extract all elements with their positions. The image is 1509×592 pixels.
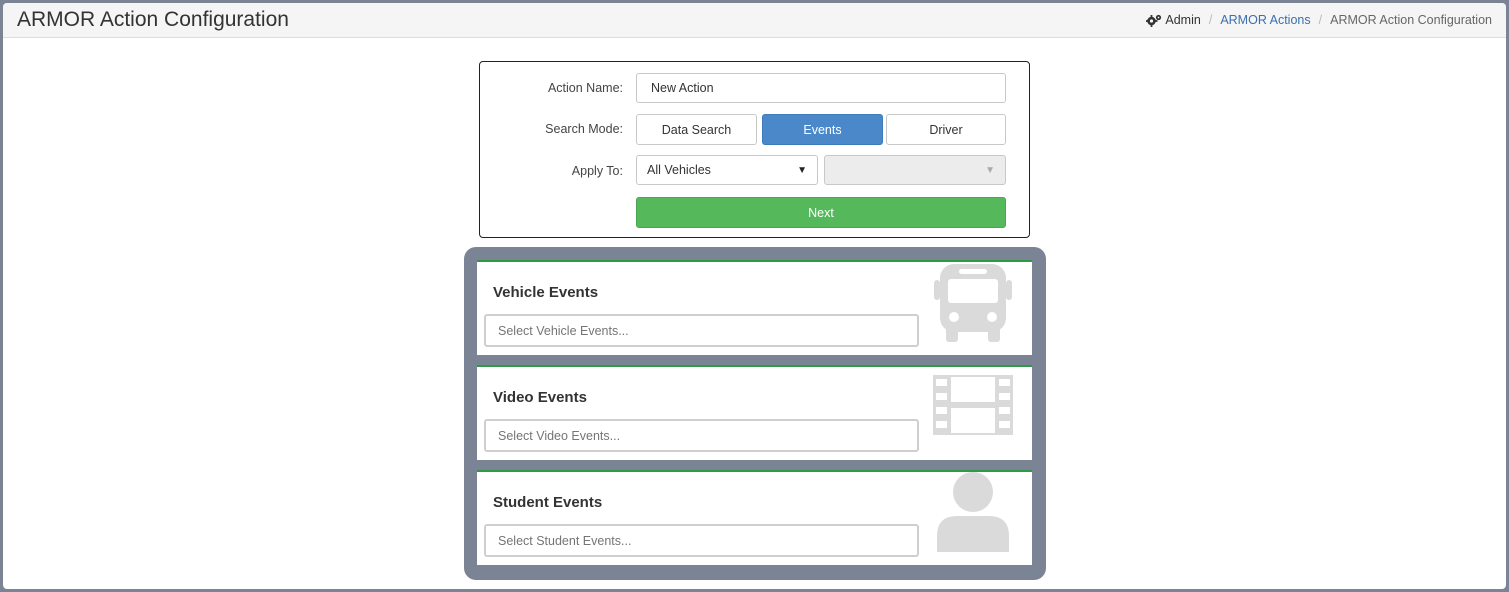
breadcrumb-current: ARMOR Action Configuration [1330, 13, 1492, 27]
search-mode-driver-button[interactable]: Driver [886, 114, 1006, 145]
search-mode-data-search-button[interactable]: Data Search [636, 114, 757, 145]
student-events-card: Student Events [477, 470, 1032, 565]
events-container: Vehicle Events Video Events [464, 247, 1046, 580]
search-mode-events-button[interactable]: Events [762, 114, 883, 145]
apply-to-select-value: All Vehicles [647, 163, 711, 177]
user-icon [937, 472, 1009, 552]
apply-to-select[interactable]: All Vehicles ▼ [636, 155, 818, 185]
video-events-card: Video Events [477, 365, 1032, 460]
gears-icon [1146, 14, 1162, 27]
breadcrumb-armor-actions-link[interactable]: ARMOR Actions [1220, 13, 1310, 27]
breadcrumb-separator: / [1318, 13, 1323, 27]
action-name-input[interactable] [636, 73, 1006, 103]
video-events-input[interactable] [484, 419, 919, 452]
breadcrumb: Admin / ARMOR Actions / ARMOR Action Con… [1146, 13, 1492, 27]
student-events-input[interactable] [484, 524, 919, 557]
video-events-title: Video Events [493, 389, 587, 406]
vehicle-events-input[interactable] [484, 314, 919, 347]
page-header: ARMOR Action Configuration Admin / ARMOR… [3, 3, 1506, 38]
caret-down-icon: ▼ [797, 164, 807, 176]
breadcrumb-separator: / [1208, 13, 1213, 27]
app-frame: ARMOR Action Configuration Admin / ARMOR… [3, 3, 1506, 589]
apply-to-secondary-select[interactable]: ▼ [824, 155, 1006, 185]
vehicle-events-title: Vehicle Events [493, 284, 599, 301]
action-name-label: Action Name: [547, 81, 623, 95]
bus-icon [934, 264, 1012, 342]
student-events-title: Student Events [493, 494, 603, 511]
apply-to-label: Apply To: [571, 164, 623, 178]
action-form: Action Name: Search Mode: Data Search Ev… [479, 61, 1030, 238]
page-title: ARMOR Action Configuration [17, 8, 289, 31]
breadcrumb-admin[interactable]: Admin [1146, 13, 1201, 27]
caret-down-icon: ▼ [985, 164, 995, 176]
search-mode-label: Search Mode: [545, 122, 623, 136]
breadcrumb-admin-label: Admin [1165, 13, 1201, 27]
vehicle-events-card: Vehicle Events [477, 260, 1032, 355]
film-icon [933, 375, 1013, 435]
next-button[interactable]: Next [636, 197, 1006, 228]
